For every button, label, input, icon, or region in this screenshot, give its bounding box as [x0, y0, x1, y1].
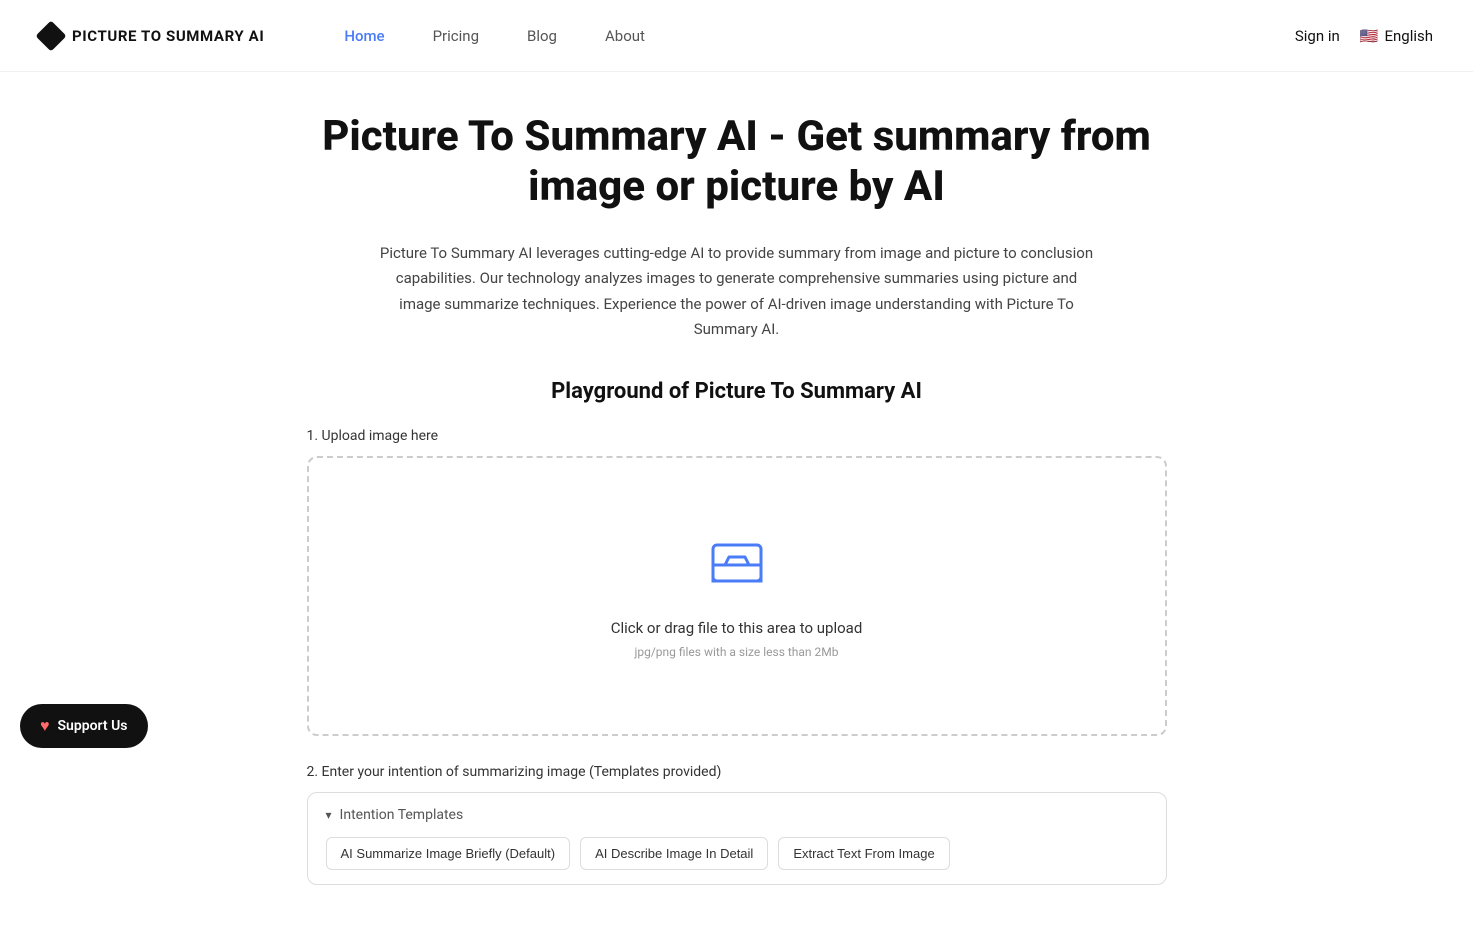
nav-item-blog[interactable]: Blog — [527, 26, 557, 45]
nav-link-home[interactable]: Home — [344, 27, 384, 45]
support-us-label: Support Us — [58, 718, 128, 734]
main-content: Picture To Summary AI - Get summary from… — [287, 72, 1187, 925]
chevron-icon: ▾ — [326, 808, 332, 822]
nav-link-pricing[interactable]: Pricing — [433, 27, 479, 45]
support-us-button[interactable]: ♥ Support Us — [20, 704, 148, 748]
navbar: PICTURE TO SUMMARY AI Home Pricing Blog … — [0, 0, 1473, 72]
template-btn-summarize[interactable]: AI Summarize Image Briefly (Default) — [326, 837, 571, 870]
intention-header-label: Intention Templates — [340, 807, 464, 823]
nav-item-about[interactable]: About — [605, 26, 645, 45]
upload-section-label: 1. Upload image here — [307, 428, 1167, 444]
logo-link[interactable]: PICTURE TO SUMMARY AI — [40, 25, 264, 47]
template-btn-extract[interactable]: Extract Text From Image — [778, 837, 949, 870]
flag-icon: 🇺🇸 — [1360, 27, 1379, 45]
language-label: English — [1384, 27, 1433, 45]
hero-title: Picture To Summary AI - Get summary from… — [307, 112, 1167, 213]
nav-links: Home Pricing Blog About — [344, 26, 645, 45]
nav-item-home[interactable]: Home — [344, 26, 384, 45]
nav-right: Sign in 🇺🇸 English — [1295, 27, 1433, 45]
intention-box: ▾ Intention Templates AI Summarize Image… — [307, 792, 1167, 885]
sign-in-link[interactable]: Sign in — [1295, 27, 1340, 45]
language-selector[interactable]: 🇺🇸 English — [1360, 27, 1433, 45]
upload-main-text: Click or drag file to this area to uploa… — [611, 619, 863, 637]
heart-icon: ♥ — [40, 716, 50, 736]
template-btn-describe[interactable]: AI Describe Image In Detail — [580, 837, 768, 870]
template-buttons: AI Summarize Image Briefly (Default) AI … — [326, 837, 1148, 870]
intention-section-label: 2. Enter your intention of summarizing i… — [307, 764, 1167, 780]
upload-icon — [705, 533, 769, 601]
hero-description: Picture To Summary AI leverages cutting-… — [377, 241, 1097, 343]
nav-link-blog[interactable]: Blog — [527, 27, 557, 45]
nav-item-pricing[interactable]: Pricing — [433, 26, 479, 45]
logo-diamond-icon — [35, 20, 66, 51]
intention-header[interactable]: ▾ Intention Templates — [326, 807, 1148, 823]
logo-text: PICTURE TO SUMMARY AI — [72, 27, 264, 45]
upload-sub-text: jpg/png files with a size less than 2Mb — [634, 645, 838, 659]
nav-link-about[interactable]: About — [605, 27, 645, 45]
playground-title: Playground of Picture To Summary AI — [307, 379, 1167, 404]
upload-dropzone[interactable]: Click or drag file to this area to uploa… — [307, 456, 1167, 736]
